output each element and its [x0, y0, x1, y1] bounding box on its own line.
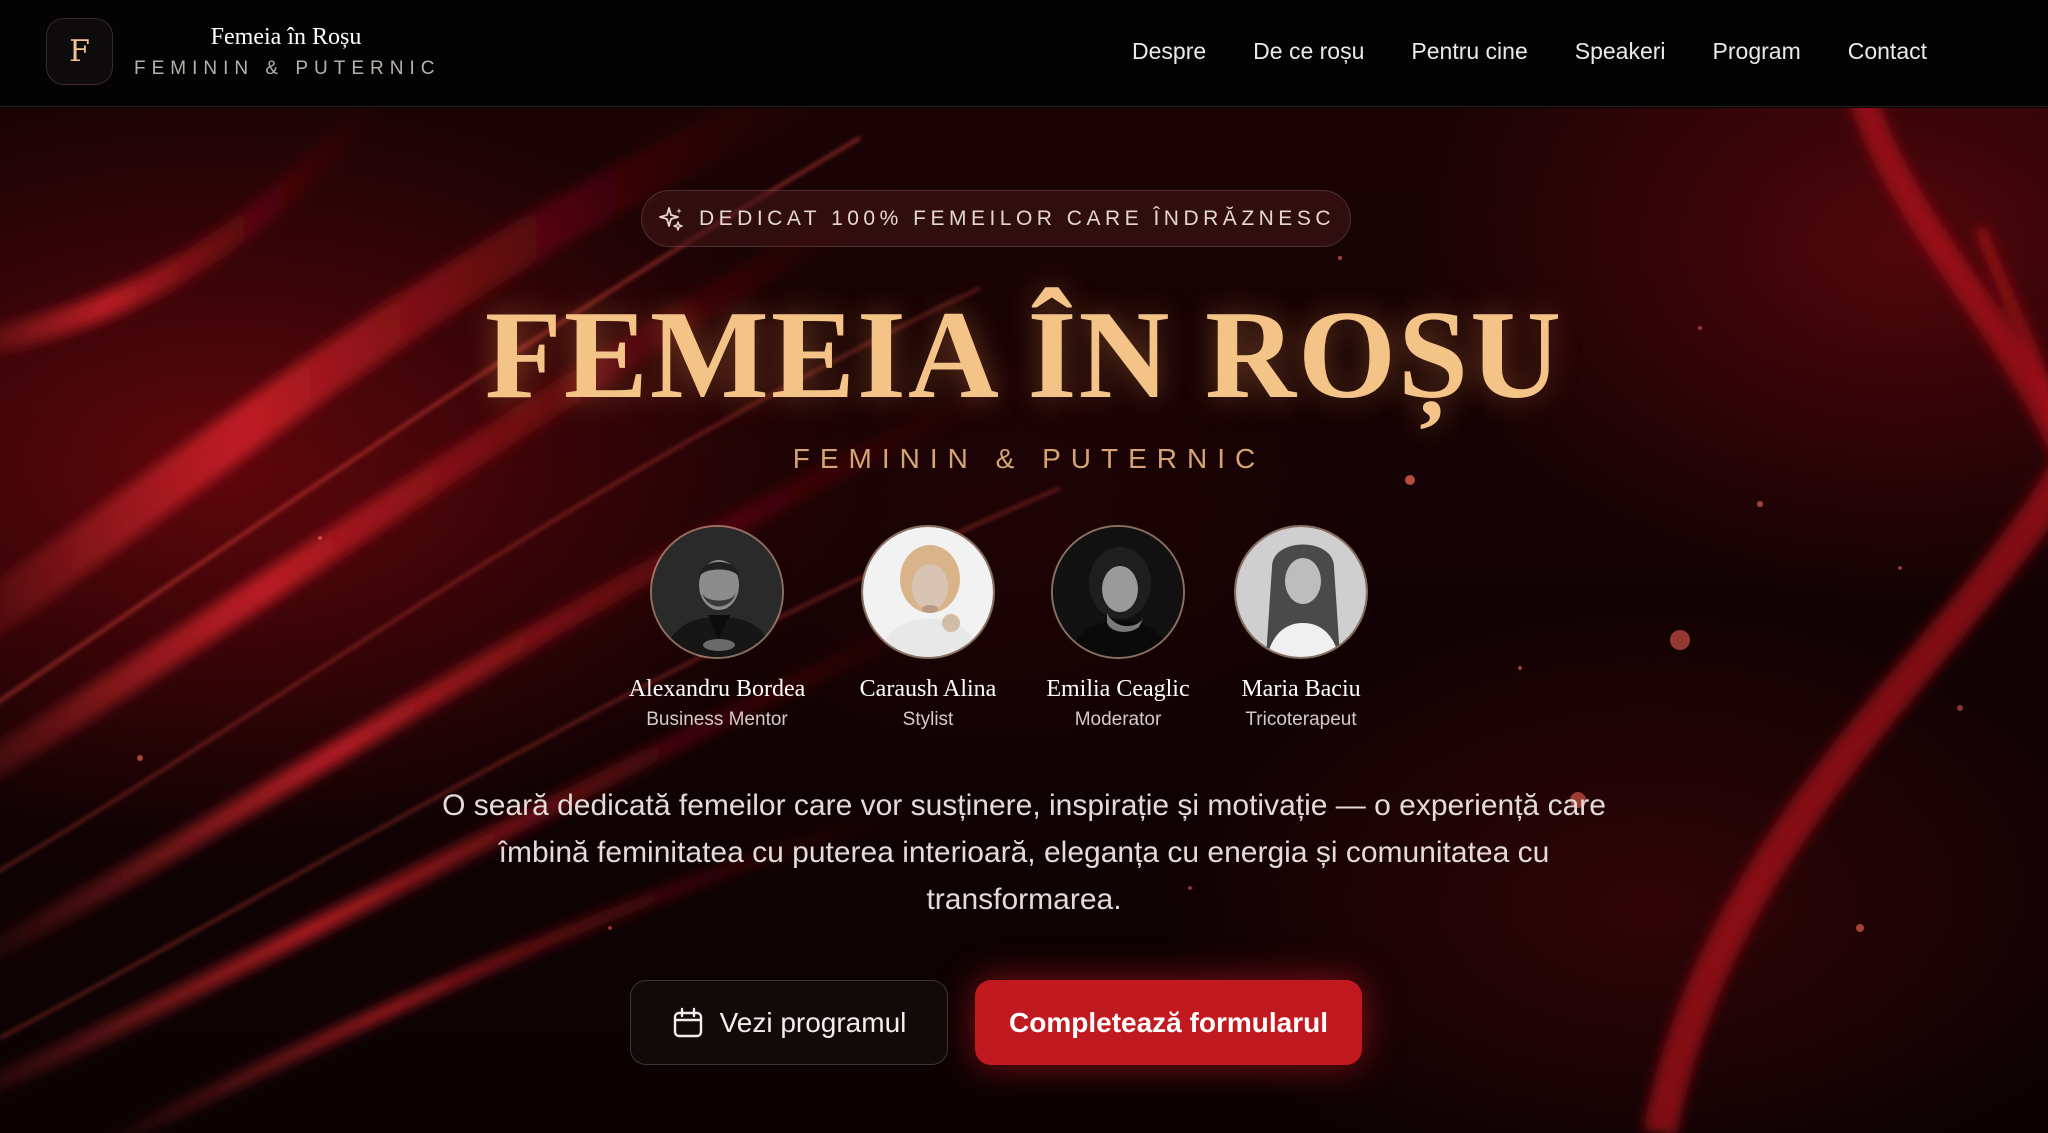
- view-program-button[interactable]: Vezi programul: [630, 980, 948, 1065]
- speaker-photo: [1234, 525, 1368, 659]
- nav-link-program[interactable]: Program: [1713, 38, 1801, 65]
- hero-description: O seară dedicată femeilor care vor susți…: [442, 789, 1606, 916]
- nav-link-pentru-cine[interactable]: Pentru cine: [1411, 38, 1527, 65]
- speaker-name: Alexandru Bordea: [628, 676, 806, 702]
- speaker-card[interactable]: Maria Baciu Tricoterapeut: [1181, 525, 1421, 731]
- speaker-photo: [650, 525, 784, 659]
- nav-link-de-ce-rosu[interactable]: De ce roșu: [1253, 38, 1364, 65]
- nav-link-contact[interactable]: Contact: [1848, 38, 1927, 65]
- nav-link-speakeri[interactable]: Speakeri: [1575, 38, 1666, 65]
- hero-subtitle: FEMININ & PUTERNIC: [792, 443, 1266, 474]
- complete-form-button[interactable]: Completează formularul: [975, 980, 1362, 1065]
- tagline-text: DEDICAT 100% FEMEILOR CARE ÎNDRĂZNESC: [699, 206, 1335, 230]
- speaker-name: Maria Baciu: [1241, 676, 1361, 702]
- complete-form-label: Completează formularul: [1009, 1006, 1328, 1038]
- hero-title: FEMEIA ÎN ROȘU: [484, 286, 1564, 425]
- site-header: F Femeia în Roșu FEMININ & PUTERNIC Desp…: [0, 0, 2048, 107]
- tagline-badge: DEDICAT 100% FEMEILOR CARE ÎNDRĂZNESC: [641, 190, 1351, 247]
- speaker-card[interactable]: Alexandru Bordea Business Mentor: [597, 525, 837, 731]
- speaker-role: Business Mentor: [646, 709, 788, 730]
- main-nav: Despre De ce roșu Pentru cine Speakeri P…: [1132, 38, 1927, 65]
- nav-link-despre[interactable]: Despre: [1132, 38, 1206, 65]
- calendar-icon: [673, 1007, 702, 1037]
- logo-letter: F: [69, 34, 90, 69]
- brand-title[interactable]: Femeia în Roșu: [134, 24, 438, 51]
- view-program-label: Vezi programul: [719, 1006, 907, 1038]
- hero-section: DEDICAT 100% FEMEILOR CARE ÎNDRĂZNESC FE…: [0, 108, 2048, 1133]
- speaker-role: Tricoterapeut: [1245, 709, 1357, 730]
- speaker-photo: [1051, 525, 1185, 659]
- brand-subtitle: FEMININ & PUTERNIC: [134, 58, 441, 79]
- logo-badge[interactable]: F: [46, 18, 113, 85]
- sparkle-icon: [659, 206, 683, 231]
- speaker-photo: [861, 525, 995, 659]
